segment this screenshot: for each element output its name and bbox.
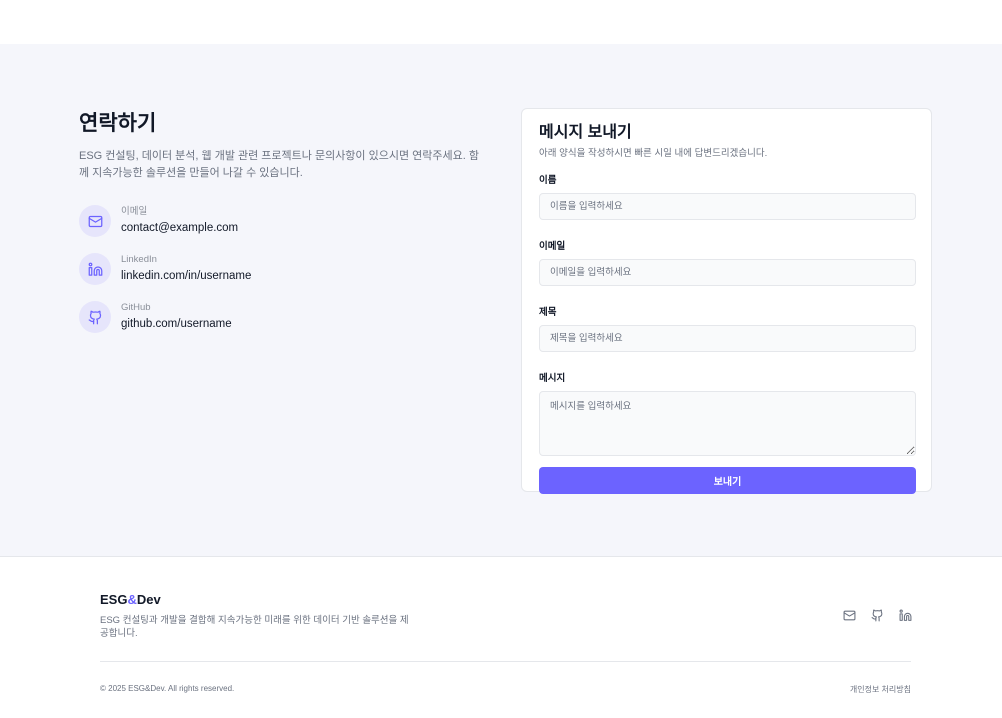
contact-title: 연락하기 [79,112,157,135]
mail-icon[interactable] [842,608,856,622]
form-title: 메시지 보내기 [539,124,632,141]
mail-icon [79,205,111,237]
message-form-card: 메시지 보내기 아래 양식을 작성하시면 빠른 시일 내에 답변드리겠습니다. … [521,108,932,494]
subject-label: 제목 [539,307,557,318]
linkedin-icon [79,253,111,285]
contact-item-email: 이메일 contact@example.com [79,205,479,237]
contact-item-linkedin: LinkedIn linkedin.com/in/username [79,253,479,285]
footer-social-links [842,608,912,622]
contact-description: ESG 컨설팅, 데이터 분석, 웹 개발 관련 프로젝트나 문의사항이 있으시… [79,150,479,179]
message-label: 메시지 [539,373,566,384]
email-link[interactable]: contact@example.com [121,220,238,236]
contact-item-github: GitHub github.com/username [79,301,479,333]
name-input[interactable] [539,193,916,220]
email-input[interactable] [539,259,916,286]
name-label: 이름 [539,175,557,186]
contact-info: 연락하기 ESG 컨설팅, 데이터 분석, 웹 개발 관련 프로젝트나 문의사항… [79,107,479,349]
form-subtitle: 아래 양식을 작성하시면 빠른 시일 내에 답변드리겠습니다. [539,148,768,159]
footer-brand-logo[interactable]: ESG&Dev [100,592,161,607]
linkedin-link[interactable]: linkedin.com/in/username [121,268,251,284]
contact-item-label: GitHub [121,302,151,313]
github-link[interactable]: github.com/username [121,316,232,332]
brand-ampersand: & [127,592,137,607]
brand-prefix: ESG [100,592,128,607]
contact-section: 연락하기 ESG 컨설팅, 데이터 분석, 웹 개발 관련 프로젝트나 문의사항… [0,44,1002,556]
github-icon[interactable] [870,608,884,622]
top-navbar [0,0,1002,44]
message-textarea[interactable] [539,391,916,456]
contact-item-label: 이메일 [121,206,148,217]
footer-description: ESG 컨설팅과 개발을 결합해 지속가능한 미래를 위한 데이터 기반 솔루션… [100,615,409,639]
footer-divider [100,661,911,662]
submit-button[interactable]: 보내기 [539,467,916,494]
copyright-text: © 2025 ESG&Dev. All rights reserved. [100,684,235,693]
footer: ESG&Dev ESG 컨설팅과 개발을 결합해 지속가능한 미래를 위한 데이… [0,556,1002,718]
linkedin-icon[interactable] [898,608,912,622]
brand-suffix: Dev [136,592,161,607]
contact-list: 이메일 contact@example.com LinkedIn linkedi… [79,205,479,333]
contact-item-label: LinkedIn [121,254,157,265]
github-icon [79,301,111,333]
subject-input[interactable] [539,325,916,352]
email-label: 이메일 [539,241,566,252]
privacy-policy-link[interactable]: 개인정보 처리방침 [850,684,911,695]
